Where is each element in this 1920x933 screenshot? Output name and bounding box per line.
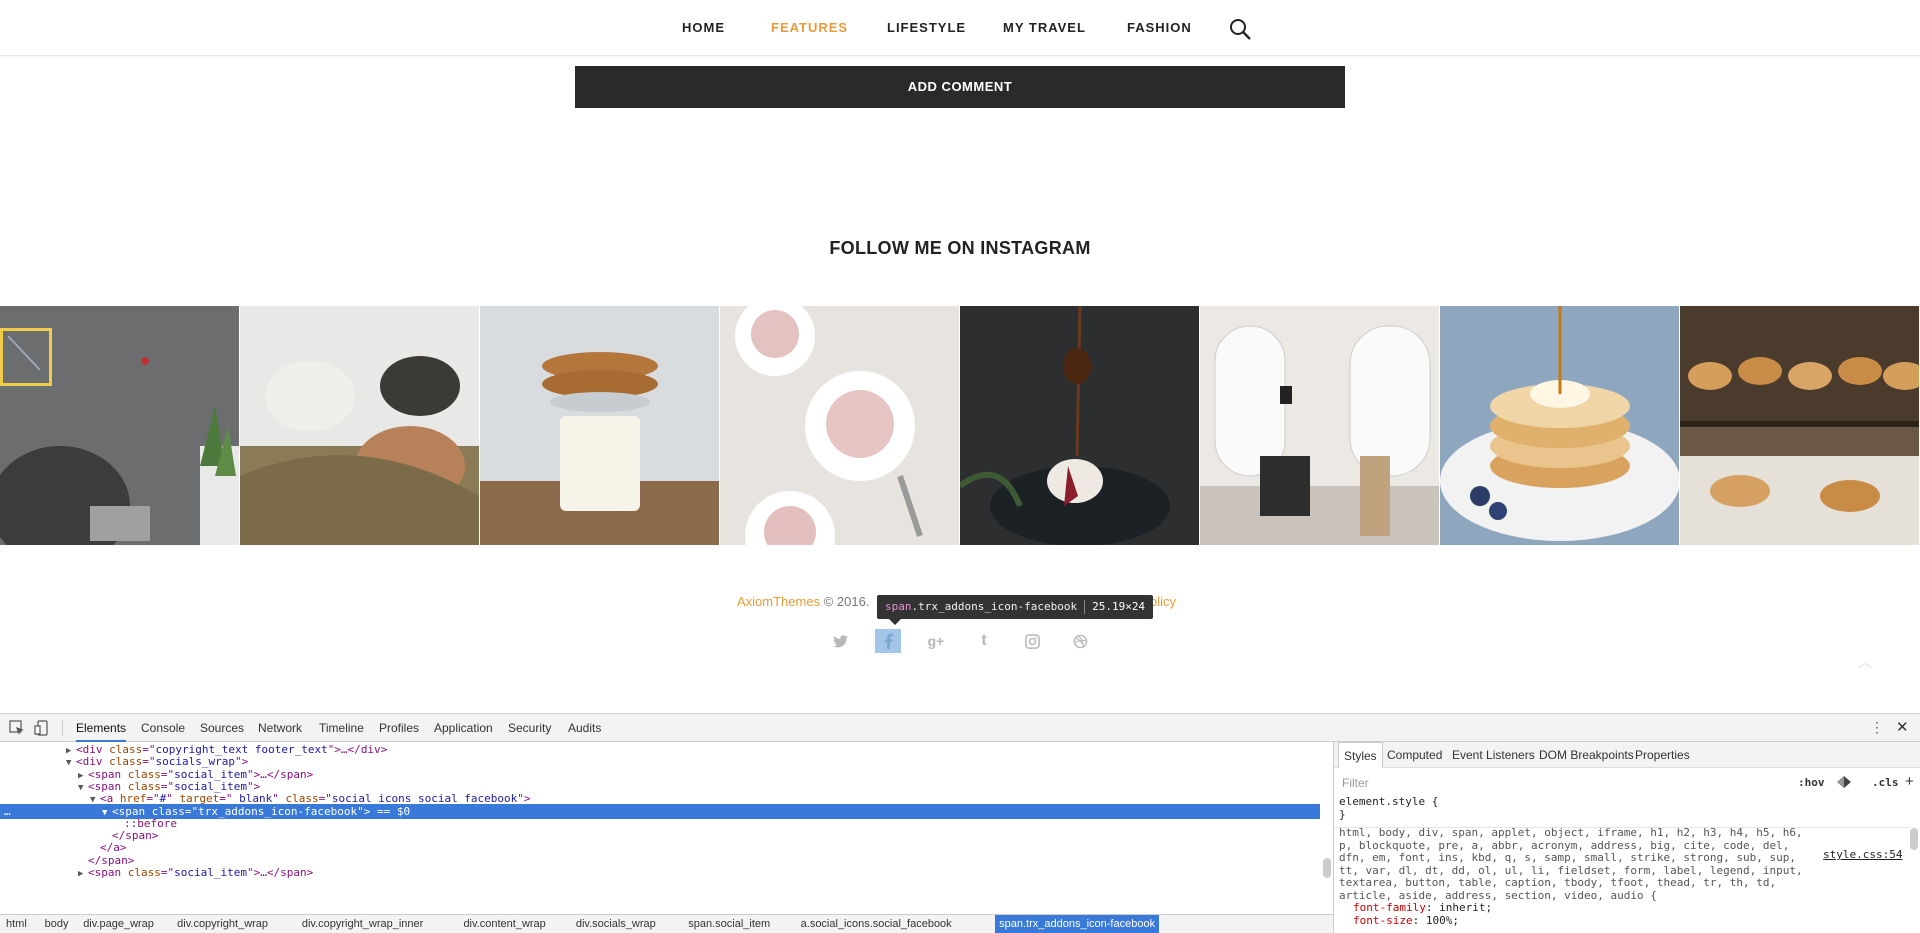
property-value: inherit; (1439, 901, 1493, 914)
nav-fashion[interactable]: FASHION (1127, 20, 1192, 35)
tooltip-size: 25.19×24 (1092, 600, 1146, 613)
instagram-section-title: FOLLOW ME ON INSTAGRAM (829, 238, 1091, 258)
facebook-icon[interactable] (875, 629, 901, 653)
element-breadcrumbs: html body div.page_wrap div.copyright_wrap d… (0, 914, 1333, 933)
add-rule-icon[interactable]: + (1905, 773, 1914, 790)
styles-tabs: Styles Computed Event Listeners DOM Brea… (1334, 742, 1920, 768)
nav-my-travel[interactable]: MY TRAVEL (1003, 20, 1086, 35)
twitter-icon[interactable] (827, 629, 853, 653)
breadcrumb-item[interactable]: span.social_item (684, 915, 774, 933)
devtools-panel: Elements Console Sources Network Timelin… (0, 713, 1920, 933)
instagram-photo-cookies-milk[interactable] (480, 306, 719, 545)
copyright-text: AxiomThemes © 2016. (737, 594, 869, 609)
rule-divider (1334, 827, 1910, 828)
dom-node[interactable]: ▶ <span class="social_item">…</span> (0, 865, 1320, 880)
search-icon[interactable] (1228, 17, 1252, 41)
inspect-element-icon[interactable] (9, 720, 25, 736)
styles-filter-input[interactable]: Filter (1342, 776, 1369, 790)
top-navigation: HOME FEATURES LIFESTYLE MY TRAVEL FASHIO… (0, 0, 1920, 56)
rule-element-style[interactable]: element.style { (1339, 795, 1904, 809)
instagram-photo-bread[interactable] (1680, 306, 1919, 545)
dom-scrollbar[interactable] (1323, 858, 1331, 878)
tab-computed[interactable]: Computed (1387, 742, 1442, 768)
breadcrumb-item[interactable]: div.copyright_wrap_inner (298, 915, 427, 933)
property-name: font-family (1353, 901, 1426, 914)
breadcrumb-item[interactable]: div.page_wrap (79, 915, 158, 933)
breadcrumb-item[interactable]: body (41, 915, 73, 933)
expand-triangle-icon[interactable]: ▶ (78, 867, 88, 882)
tab-timeline[interactable]: Timeline (319, 714, 364, 742)
tab-elements[interactable]: Elements (76, 714, 127, 742)
more-options-icon[interactable]: ⋮ (1870, 719, 1884, 736)
tab-event-listeners[interactable]: Event Listeners (1452, 742, 1535, 768)
scroll-to-top-chevron-icon[interactable]: ︿ (1858, 652, 1872, 672)
instagram-photo-dessert-syrup[interactable] (960, 306, 1199, 545)
tab-network[interactable]: Network (258, 714, 302, 742)
instagram-photo-ice-cream[interactable] (720, 306, 959, 545)
hover-state-toggle[interactable]: :hov (1798, 776, 1825, 789)
tab-application[interactable]: Application (434, 714, 493, 742)
breadcrumb-item[interactable]: span.trx_addons_icon-facebook (995, 915, 1160, 933)
tab-profiles[interactable]: Profiles (379, 714, 419, 742)
instagram-icon[interactable] (1019, 629, 1045, 653)
tooltip-tag: span (885, 600, 912, 613)
tooltip-class: .trx_addons_icon-facebook (911, 600, 1078, 613)
tab-properties[interactable]: Properties (1635, 742, 1690, 768)
website-viewport: HOME FEATURES LIFESTYLE MY TRAVEL FASHIO… (0, 0, 1920, 713)
rule-selectors: html, body, div, span, applet, object, i… (1339, 826, 1803, 902)
property-name: font-size (1353, 913, 1413, 927)
close-icon[interactable]: ✕ (1896, 718, 1909, 736)
tab-sources[interactable]: Sources (200, 714, 244, 742)
breadcrumb-item[interactable]: div.content_wrap (459, 915, 549, 933)
highlight-frame (0, 328, 52, 386)
tumblr-icon[interactable]: t (971, 629, 997, 653)
add-comment-button[interactable]: ADD COMMENT (575, 66, 1345, 108)
styles-pane: Styles Computed Event Listeners DOM Brea… (1333, 742, 1920, 933)
style-source-link[interactable]: style.css:54 (1823, 848, 1902, 861)
tab-security[interactable]: Security (508, 714, 551, 742)
tab-audits[interactable]: Audits (568, 714, 601, 742)
tab-styles[interactable]: Styles (1338, 742, 1383, 768)
nav-lifestyle[interactable]: LIFESTYLE (887, 20, 966, 35)
devtools-toolbar: Elements Console Sources Network Timelin… (0, 714, 1920, 742)
property-value: 100%; (1425, 913, 1459, 927)
tab-dom-breakpoints[interactable]: DOM Breakpoints (1539, 742, 1634, 768)
dom-tree: ▶ <div class="copyright_text footer_text"… (0, 742, 1333, 933)
google-plus-icon[interactable]: g+ (923, 629, 949, 653)
brand-link[interactable]: AxiomThemes (737, 594, 820, 609)
breadcrumb-item[interactable]: a.social_icons.social_facebook (797, 915, 956, 933)
styles-rules: element.style { } html, body, div, span,… (1339, 795, 1904, 928)
nav-home[interactable]: HOME (682, 20, 725, 35)
breadcrumb-item[interactable]: div.copyright_wrap (173, 915, 272, 933)
styles-scrollbar[interactable] (1910, 828, 1918, 850)
breadcrumb-item[interactable]: div.socials_wrap (572, 915, 660, 933)
nav-features[interactable]: FEATURES (771, 20, 848, 35)
css-property-font-family[interactable]: font-family: inherit; (1339, 901, 1904, 915)
policy-link[interactable]: olicy (1150, 594, 1176, 609)
tab-console[interactable]: Console (141, 714, 185, 742)
device-toolbar-icon[interactable] (34, 720, 50, 736)
dribbble-icon[interactable] (1067, 629, 1093, 653)
css-property-font-size[interactable]: font-size: 100%; (1339, 913, 1904, 928)
color-format-icon[interactable] (1837, 776, 1851, 788)
instagram-photo-bright-room[interactable] (1200, 306, 1439, 545)
inspect-tooltip: span.trx_addons_icon-facebook 25.19×24 (877, 595, 1154, 625)
class-toggle[interactable]: .cls (1872, 776, 1899, 789)
breadcrumb-item[interactable]: html (2, 915, 31, 933)
instagram-photo-pancakes[interactable] (1440, 306, 1679, 545)
instagram-photo-horses[interactable] (240, 306, 479, 545)
rule-close: } (1339, 807, 1346, 821)
copyright-year: © 2016. (820, 594, 870, 609)
